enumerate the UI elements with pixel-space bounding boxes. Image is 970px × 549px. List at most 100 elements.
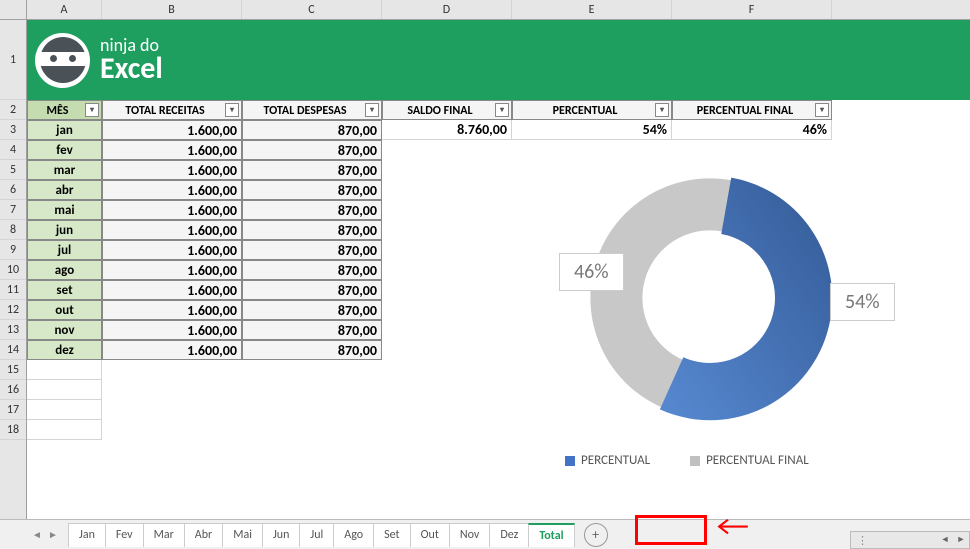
column-headers[interactable]: ABCDEF	[27, 0, 970, 20]
filter-icon[interactable]: ▾	[365, 103, 379, 117]
filter-icon[interactable]: ▾	[495, 103, 509, 117]
cell-receitas[interactable]: 1.600,00	[102, 160, 242, 180]
cell-mes[interactable]: nov	[27, 320, 102, 340]
cell-empty[interactable]	[27, 400, 102, 420]
header-percentual-final[interactable]: PERCENTUAL FINAL▾	[672, 100, 832, 120]
filter-icon[interactable]: ▾	[225, 103, 239, 117]
row-header-gutter[interactable]: 123456789101112131415161718	[0, 0, 27, 519]
row-header-5[interactable]: 5	[0, 160, 26, 180]
cell-despesas[interactable]: 870,00	[242, 300, 382, 320]
col-header-E[interactable]: E	[512, 0, 672, 19]
cell-percentual-final[interactable]: 46%	[672, 120, 832, 140]
row-header-11[interactable]: 11	[0, 280, 26, 300]
header-receitas[interactable]: TOTAL RECEITAS▾	[102, 100, 242, 120]
scroll-left-icon[interactable]: ◄	[937, 532, 953, 548]
row-header-13[interactable]: 13	[0, 320, 26, 340]
cell-mes[interactable]: mar	[27, 160, 102, 180]
col-header-A[interactable]: A	[27, 0, 102, 19]
cell-despesas[interactable]: 870,00	[242, 280, 382, 300]
cell-receitas[interactable]: 1.600,00	[102, 340, 242, 360]
cell-mes[interactable]: mai	[27, 200, 102, 220]
sheet-tab-mai[interactable]: Mai	[222, 523, 263, 547]
cell-despesas[interactable]: 870,00	[242, 220, 382, 240]
row-header-12[interactable]: 12	[0, 300, 26, 320]
cell-receitas[interactable]: 1.600,00	[102, 220, 242, 240]
cell-receitas[interactable]: 1.600,00	[102, 120, 242, 140]
cell-despesas[interactable]: 870,00	[242, 260, 382, 280]
sheet-tab-abr[interactable]: Abr	[184, 523, 223, 547]
header-despesas[interactable]: TOTAL DESPESAS▾	[242, 100, 382, 120]
cell-receitas[interactable]: 1.600,00	[102, 260, 242, 280]
sheet-tab-dez[interactable]: Dez	[489, 523, 529, 547]
cell-mes[interactable]: set	[27, 280, 102, 300]
cell-mes[interactable]: ago	[27, 260, 102, 280]
sheet-tab-set[interactable]: Set	[373, 523, 410, 547]
row-header-4[interactable]: 4	[0, 140, 26, 160]
cell-receitas[interactable]: 1.600,00	[102, 240, 242, 260]
cell-receitas[interactable]: 1.600,00	[102, 200, 242, 220]
tab-nav-next-icon[interactable]: ►	[46, 528, 60, 542]
cell-mes[interactable]: jan	[27, 120, 102, 140]
horizontal-scrollbar[interactable]: ⋮ ◄ ►	[850, 531, 970, 549]
row-header-7[interactable]: 7	[0, 200, 26, 220]
col-header-B[interactable]: B	[102, 0, 242, 19]
cell-despesas[interactable]: 870,00	[242, 320, 382, 340]
donut-chart[interactable]: 46% 54% PERCENTUAL PERCENTUAL FINAL	[435, 163, 915, 493]
sheet-tab-ago[interactable]: Ago	[333, 523, 374, 547]
cell-receitas[interactable]: 1.600,00	[102, 140, 242, 160]
cell-mes[interactable]: out	[27, 300, 102, 320]
sheet-tab-out[interactable]: Out	[410, 523, 450, 547]
row-header-15[interactable]: 15	[0, 360, 26, 380]
cell-receitas[interactable]: 1.600,00	[102, 300, 242, 320]
add-sheet-button[interactable]: +	[584, 523, 608, 547]
sheet-tab-jun[interactable]: Jun	[262, 523, 300, 547]
row-header-10[interactable]: 10	[0, 260, 26, 280]
cell-despesas[interactable]: 870,00	[242, 340, 382, 360]
row-header-1[interactable]: 1	[0, 20, 26, 100]
cell-mes[interactable]: abr	[27, 180, 102, 200]
sheet-tab-fev[interactable]: Fev	[105, 523, 144, 547]
row-header-2[interactable]: 2	[0, 100, 26, 120]
header-percentual[interactable]: PERCENTUAL▾	[512, 100, 672, 120]
tab-nav-prev-icon[interactable]: ◄	[30, 528, 44, 542]
cell-mes[interactable]: jul	[27, 240, 102, 260]
cell-despesas[interactable]: 870,00	[242, 200, 382, 220]
cell-mes[interactable]: fev	[27, 140, 102, 160]
row-header-17[interactable]: 17	[0, 400, 26, 420]
select-all-corner[interactable]	[0, 0, 26, 20]
header-saldo[interactable]: SALDO FINAL▾	[382, 100, 512, 120]
cell-receitas[interactable]: 1.600,00	[102, 320, 242, 340]
cell-saldo-final[interactable]: 8.760,00	[382, 120, 512, 140]
cell-receitas[interactable]: 1.600,00	[102, 280, 242, 300]
cell-empty[interactable]	[27, 360, 102, 380]
row-header-3[interactable]: 3	[0, 120, 26, 140]
filter-icon[interactable]: ▾	[815, 103, 829, 117]
cell-despesas[interactable]: 870,00	[242, 240, 382, 260]
sheet-tab-mar[interactable]: Mar	[143, 523, 185, 547]
cell-despesas[interactable]: 870,00	[242, 140, 382, 160]
scrollbar-grip-icon[interactable]: ⋮	[851, 534, 937, 547]
scroll-right-icon[interactable]: ►	[953, 532, 969, 548]
row-header-14[interactable]: 14	[0, 340, 26, 360]
row-header-16[interactable]: 16	[0, 380, 26, 400]
sheet-tab-nov[interactable]: Nov	[449, 523, 490, 547]
sheet-tab-jul[interactable]: Jul	[299, 523, 334, 547]
cell-empty[interactable]	[27, 380, 102, 400]
cell-despesas[interactable]: 870,00	[242, 160, 382, 180]
sheet-tab-bar[interactable]: ◄ ► JanFevMarAbrMaiJunJulAgoSetOutNovDez…	[0, 519, 970, 549]
filter-icon[interactable]: ▾	[655, 103, 669, 117]
col-header-D[interactable]: D	[382, 0, 512, 19]
cell-mes[interactable]: dez	[27, 340, 102, 360]
cell-receitas[interactable]: 1.600,00	[102, 180, 242, 200]
cell-empty[interactable]	[27, 420, 102, 440]
row-header-8[interactable]: 8	[0, 220, 26, 240]
row-header-9[interactable]: 9	[0, 240, 26, 260]
cell-despesas[interactable]: 870,00	[242, 120, 382, 140]
sheet-tab-total[interactable]: Total	[528, 523, 574, 547]
filter-icon[interactable]: ▾	[85, 103, 99, 117]
header-mes[interactable]: MÊS▾	[27, 100, 102, 120]
cell-percentual[interactable]: 54%	[512, 120, 672, 140]
cell-despesas[interactable]: 870,00	[242, 180, 382, 200]
cell-mes[interactable]: jun	[27, 220, 102, 240]
col-header-F[interactable]: F	[672, 0, 832, 19]
